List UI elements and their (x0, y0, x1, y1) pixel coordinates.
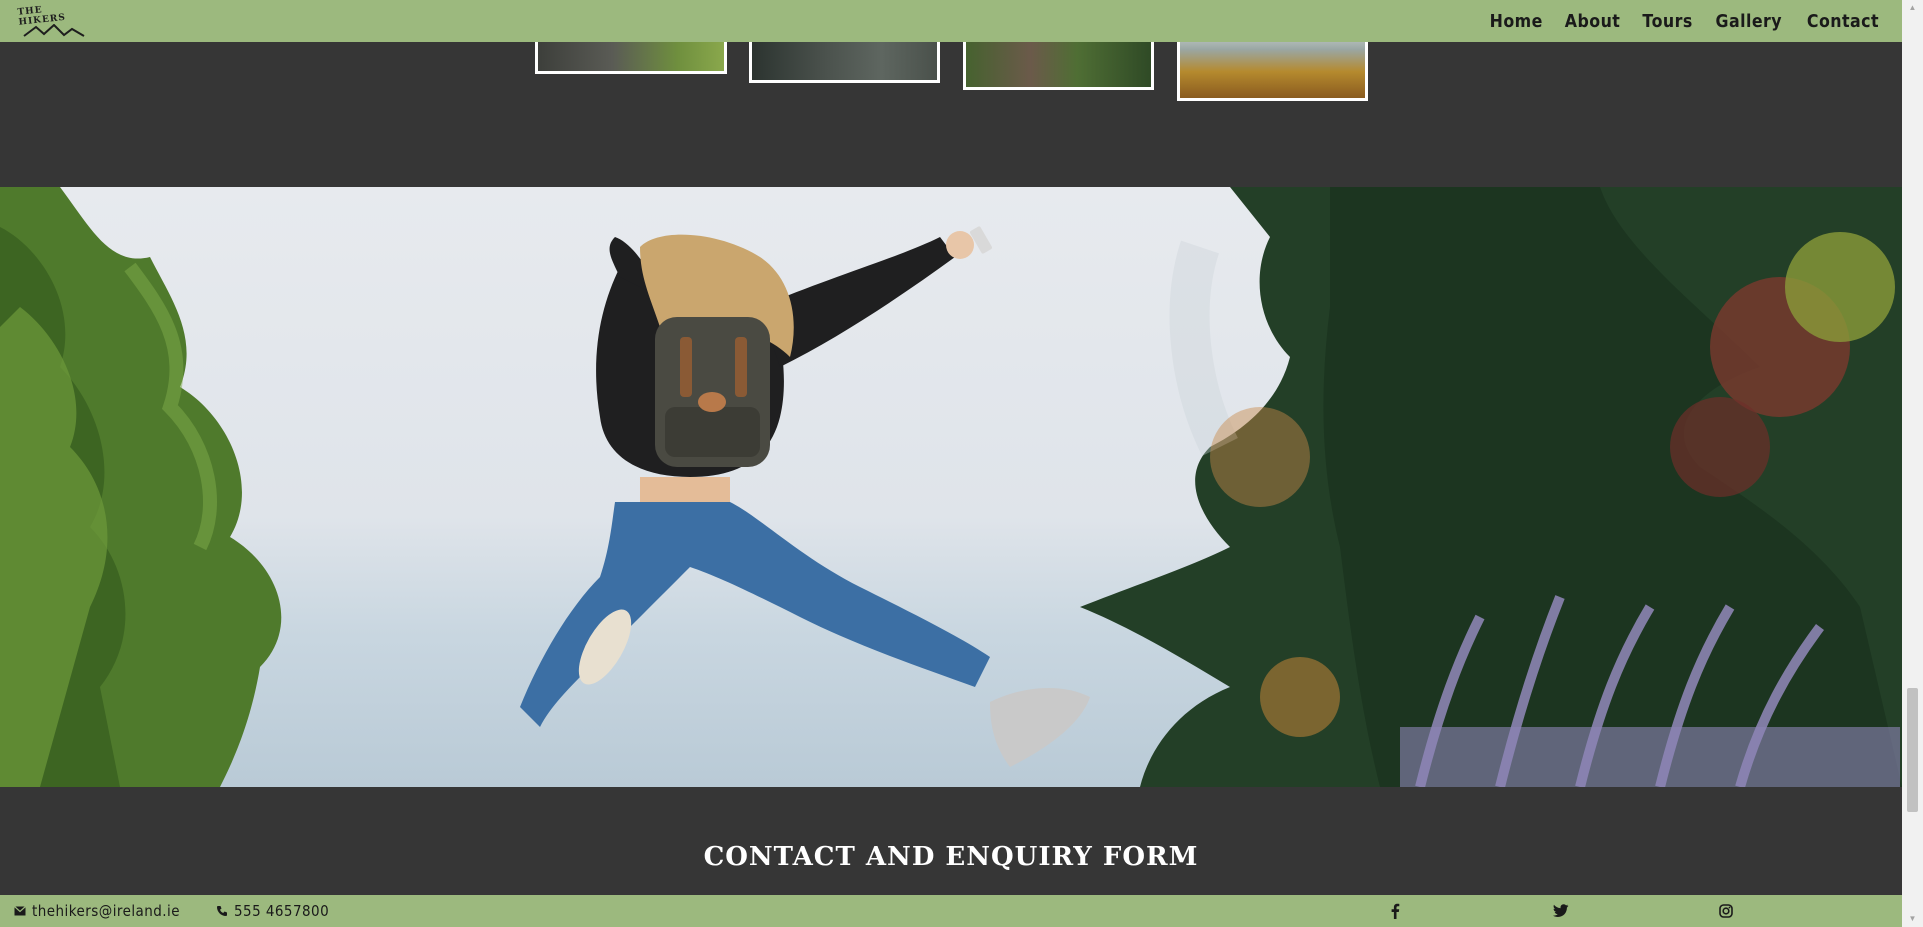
footer-phone-text: 555 4657800 (234, 902, 330, 920)
nav-about[interactable]: About (1565, 11, 1621, 32)
footer-bar: thehikers@ireland.ie 555 4657800 (0, 895, 1902, 927)
site-logo[interactable]: THE HIKERS (17, 4, 90, 38)
nav-home[interactable]: Home (1489, 11, 1542, 32)
instagram-link[interactable] (1719, 895, 1733, 927)
scroll-up-arrow-icon[interactable]: ▲ (1907, 3, 1918, 13)
scrollbar-thumb[interactable] (1907, 688, 1918, 812)
nav-contact[interactable]: Contact (1807, 11, 1879, 32)
top-navbar: THE HIKERS Home About Tours Gallery Cont… (0, 0, 1902, 42)
footer-email[interactable]: thehikers@ireland.ie (14, 902, 196, 920)
facebook-link[interactable] (1390, 895, 1400, 927)
twitter-link[interactable] (1553, 895, 1569, 927)
scroll-down-arrow-icon[interactable]: ▼ (1907, 914, 1918, 924)
footer-phone[interactable]: 555 4657800 (216, 902, 340, 920)
phone-icon (217, 906, 228, 916)
nav-tours[interactable]: Tours (1643, 11, 1693, 32)
facebook-icon (1391, 903, 1400, 919)
nav-gallery[interactable]: Gallery (1716, 11, 1783, 32)
footer-email-text: thehikers@ireland.ie (32, 902, 181, 920)
instagram-icon (1719, 904, 1733, 918)
envelope-icon (14, 906, 26, 916)
hero-image (0, 187, 1902, 787)
contact-heading: CONTACT AND ENQUIRY FORM (703, 842, 1199, 872)
page-scrollbar[interactable]: ▲ ▼ (1902, 0, 1923, 927)
hero-photo (0, 187, 1902, 787)
main-nav: Home About Tours Gallery Contact (1486, 11, 1884, 32)
twitter-icon (1553, 904, 1569, 917)
